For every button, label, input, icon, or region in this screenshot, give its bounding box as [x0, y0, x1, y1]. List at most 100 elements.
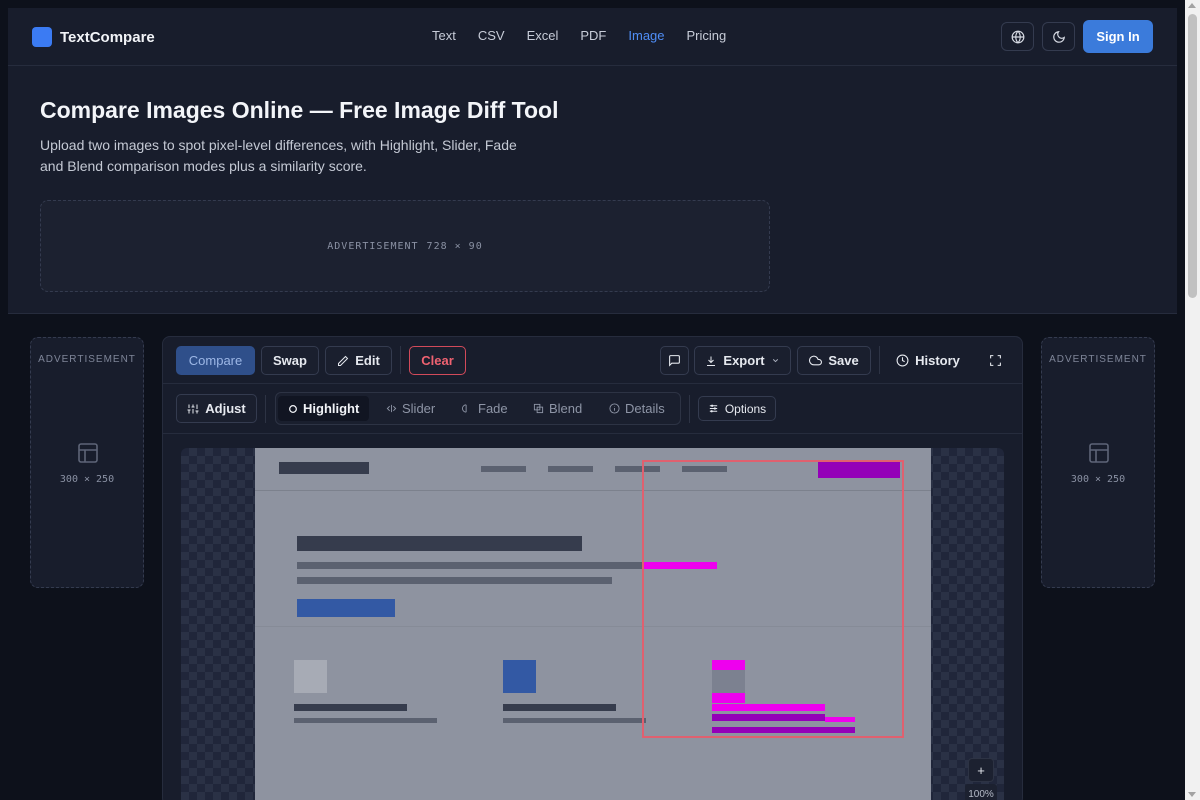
mode-slider[interactable]: Slider — [386, 396, 435, 421]
nav-link-text[interactable]: Text — [432, 28, 456, 43]
mock-text-line — [297, 562, 642, 569]
toolbar-divider — [265, 395, 266, 423]
zoom-in-button[interactable]: + — [968, 758, 994, 782]
nav-links: Text CSV Excel PDF Image Pricing — [432, 28, 748, 43]
brand-name: TextCompare — [60, 28, 155, 46]
side-ad-left[interactable]: ADVERTISEMENT 300 × 250 — [30, 337, 144, 588]
side-ad-size: 300 × 250 — [59, 474, 115, 485]
mock-nav-item — [481, 466, 526, 472]
nav-link-image[interactable]: Image — [628, 28, 664, 43]
nav-link-pdf[interactable]: PDF — [580, 28, 606, 43]
adjust-button[interactable]: Adjust — [176, 394, 257, 423]
logo-icon — [32, 27, 52, 47]
compare-button[interactable]: Compare — [176, 346, 255, 375]
sign-in-button[interactable]: Sign In — [1083, 20, 1153, 53]
nav-actions: Sign In — [1001, 20, 1153, 53]
pencil-icon — [338, 355, 349, 366]
history-label: History — [915, 353, 960, 368]
mode-blend-label: Blend — [549, 401, 583, 416]
edit-button[interactable]: Edit — [325, 346, 392, 375]
mock-feature-text — [503, 718, 646, 723]
mock-feature-image — [503, 660, 536, 693]
side-ad-size: 300 × 250 — [1070, 474, 1126, 485]
mode-toolbar: Adjust Highlight Slider Fade Blend Detai… — [163, 384, 1022, 434]
diff-canvas[interactable]: + 100% — [181, 448, 1004, 800]
info-icon — [609, 403, 620, 414]
ad-banner-size: 728 × 90 — [426, 240, 483, 252]
side-ad-right[interactable]: ADVERTISEMENT 300 × 250 — [1041, 337, 1155, 588]
mode-slider-label: Slider — [402, 401, 436, 416]
settings-sliders-icon — [709, 404, 717, 413]
mode-blend[interactable]: Blend — [533, 396, 582, 421]
mock-nav-item — [548, 466, 593, 472]
ad-banner-label: ADVERTISEMENT — [327, 240, 419, 252]
adjust-label: Adjust — [205, 401, 246, 416]
brand[interactable]: TextCompare — [32, 27, 155, 47]
download-icon — [707, 356, 716, 366]
highlight-icon — [289, 404, 297, 413]
mode-details-label: Details — [625, 401, 665, 416]
scroll-up-icon[interactable] — [1188, 3, 1196, 8]
mode-highlight-label: Highlight — [303, 401, 360, 416]
toolbar-divider — [689, 395, 690, 423]
history-button[interactable]: History — [891, 346, 965, 375]
code-icon — [386, 404, 397, 413]
mock-logo — [279, 462, 369, 474]
page: TextCompare Text CSV Excel PDF Image Pri… — [0, 0, 1185, 800]
navbar: TextCompare Text CSV Excel PDF Image Pri… — [8, 8, 1177, 66]
page-subtitle: Upload two images to spot pixel-level di… — [40, 137, 517, 174]
scroll-down-icon[interactable] — [1188, 792, 1196, 797]
mock-feature-title — [294, 704, 407, 711]
fullscreen-icon — [990, 355, 1001, 366]
comment-button[interactable] — [660, 346, 689, 375]
page-scrollbar[interactable] — [1185, 0, 1200, 800]
moon-icon — [1052, 30, 1065, 43]
mode-details[interactable]: Details — [609, 396, 665, 421]
side-ad-label: ADVERTISEMENT — [38, 354, 136, 365]
layers-icon — [533, 403, 544, 414]
diff-bounding-box[interactable] — [642, 460, 904, 738]
side-ad-label: ADVERTISEMENT — [1049, 354, 1147, 365]
language-button[interactable] — [1001, 22, 1034, 51]
save-label: Save — [828, 353, 859, 368]
fullscreen-button[interactable] — [981, 346, 1010, 375]
message-icon — [669, 355, 680, 367]
mode-fade-label: Fade — [478, 401, 508, 416]
clear-button[interactable]: Clear — [409, 346, 466, 375]
main-toolbar: Compare Swap Edit Clear Export Save Hist… — [163, 337, 1022, 384]
mode-switcher: Highlight Slider Fade Blend Details — [275, 392, 681, 425]
layout-icon — [1089, 443, 1109, 463]
edit-label: Edit — [355, 353, 380, 368]
options-button[interactable]: Options — [698, 396, 776, 421]
mode-fade[interactable]: Fade — [462, 396, 508, 421]
layout-icon — [78, 443, 98, 463]
toolbar-divider — [879, 346, 880, 374]
mock-heading — [297, 536, 582, 551]
mode-highlight[interactable]: Highlight — [278, 396, 370, 421]
chevron-down-icon — [772, 359, 778, 363]
sliders-icon — [187, 404, 199, 413]
export-label: Export — [723, 353, 765, 368]
mock-feature-image — [294, 660, 327, 693]
toolbar-divider — [400, 346, 401, 374]
nav-link-pricing[interactable]: Pricing — [687, 28, 727, 43]
theme-toggle-button[interactable] — [1042, 22, 1075, 51]
mock-feature-text — [294, 718, 437, 723]
clock-icon — [896, 354, 909, 367]
compare-tool: Compare Swap Edit Clear Export Save Hist… — [162, 336, 1023, 800]
zoom-level: 100% — [965, 784, 997, 800]
swap-button[interactable]: Swap — [261, 346, 319, 375]
mock-button — [297, 599, 395, 617]
nav-link-excel[interactable]: Excel — [527, 28, 559, 43]
globe-icon — [1011, 30, 1024, 43]
scrollbar-thumb[interactable] — [1188, 14, 1197, 298]
options-label: Options — [724, 401, 767, 416]
ad-banner[interactable]: ADVERTISEMENT 728 × 90 — [40, 200, 770, 292]
page-title: Compare Images Online — Free Image Diff … — [40, 97, 559, 123]
save-button[interactable]: Save — [797, 346, 871, 375]
mock-feature-title — [503, 704, 616, 711]
export-button[interactable]: Export — [694, 346, 791, 375]
fade-icon — [462, 404, 467, 413]
nav-link-csv[interactable]: CSV — [478, 28, 505, 43]
mock-text-line — [297, 577, 612, 584]
